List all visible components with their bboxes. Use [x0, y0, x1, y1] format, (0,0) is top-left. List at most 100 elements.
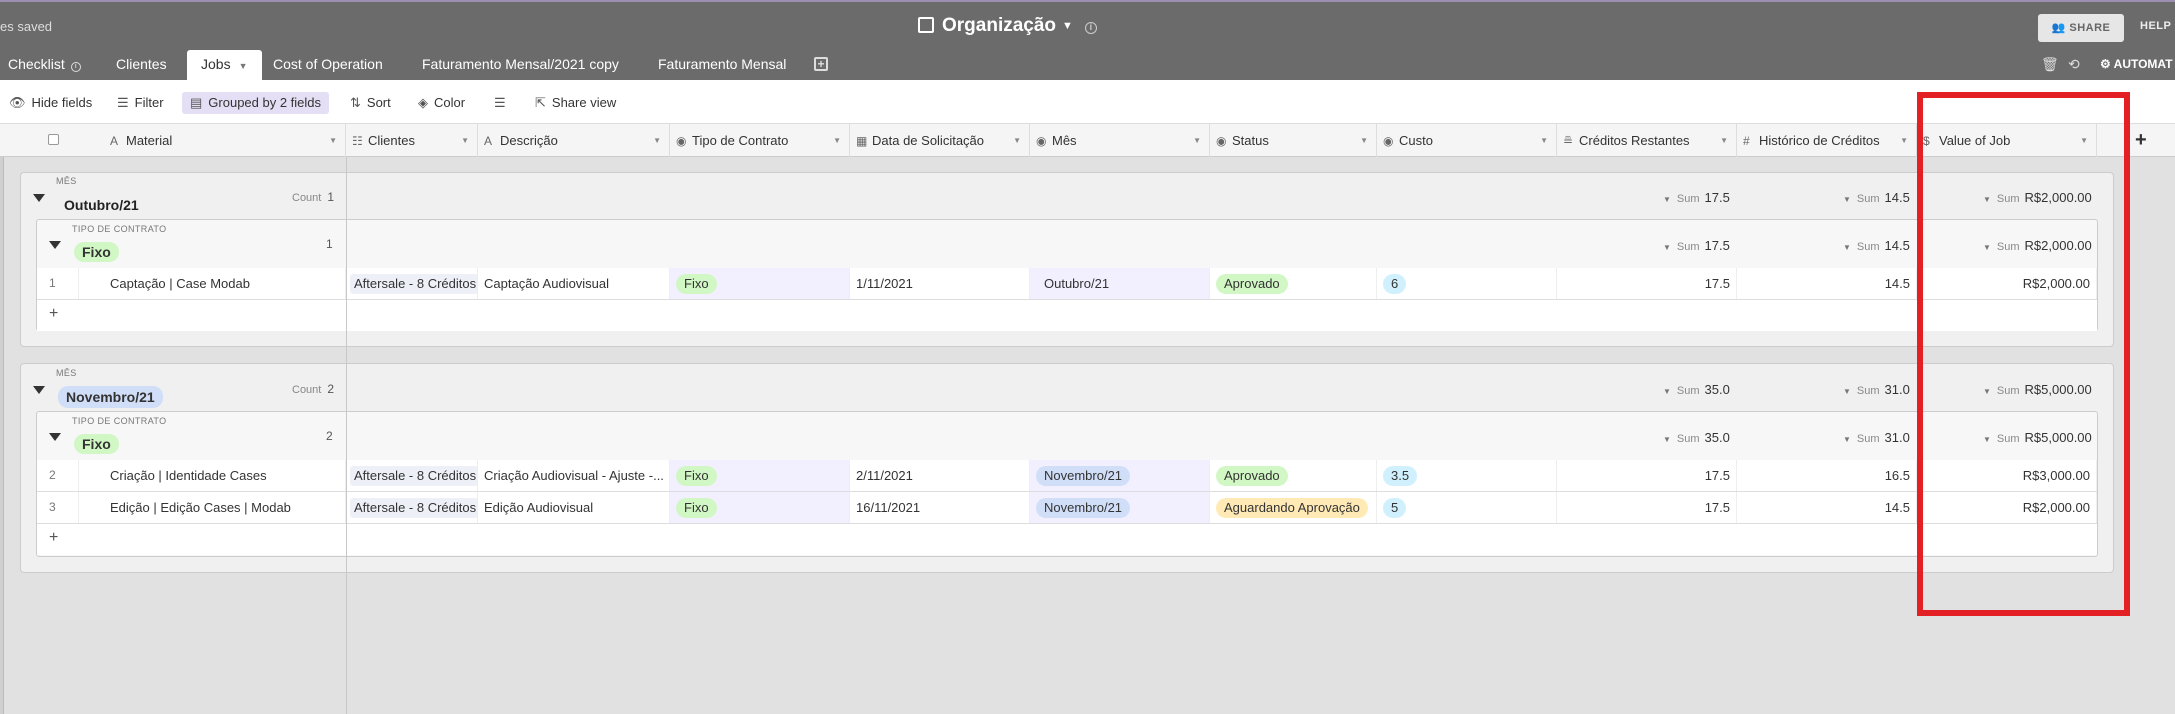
tab-faturamento-copy[interactable]: Faturamento Mensal/2021 copy — [422, 50, 619, 80]
chevron-down-icon[interactable]: ▼ — [1062, 20, 1073, 32]
group-sum-historico[interactable]: ▼ Sum 31.0 — [1843, 382, 1910, 397]
column-header-custo[interactable]: ◉ Custo ▼ — [1377, 124, 1557, 157]
cell-clientes[interactable]: Aftersale - 8 Créditos — [346, 492, 478, 523]
cell-status[interactable]: Aguardando Aprovação — [1210, 492, 1377, 523]
cell-historico-de-creditos[interactable]: 16.5 — [1737, 460, 1917, 491]
column-header-status[interactable]: ◉ Status ▼ — [1210, 124, 1377, 157]
cell-value-of-job[interactable]: R$2,000.00 — [1917, 492, 2097, 523]
column-header-data-de-solicitacao[interactable]: ▦ Data de Solicitação ▼ — [850, 124, 1030, 157]
chevron-down-icon[interactable]: ▼ — [833, 124, 841, 157]
cell-mes[interactable]: Novembro/21 — [1030, 492, 1210, 523]
group-sum-value[interactable]: ▼ Sum R$2,000.00 — [1983, 190, 2092, 205]
cell-tipo-de-contrato[interactable]: Fixo — [670, 492, 850, 523]
cell-material[interactable]: Edição | Edição Cases | Modab — [110, 492, 346, 523]
subgroup-sum-value[interactable]: ▼ Sum R$5,000.00 — [1983, 430, 2092, 445]
cell-historico-de-creditos[interactable]: 14.5 — [1737, 492, 1917, 523]
collapse-subgroup-icon[interactable] — [49, 241, 61, 249]
subgroup-sum-creditos[interactable]: ▼ Sum 35.0 — [1663, 430, 1730, 445]
cell-status[interactable]: Aprovado — [1210, 460, 1377, 491]
chevron-down-icon[interactable]: ▼ — [1360, 124, 1368, 157]
share-button[interactable]: 👥 SHARE — [2038, 14, 2124, 42]
cell-tipo-de-contrato[interactable]: Fixo — [670, 268, 850, 299]
sort-button[interactable]: ⇅ Sort — [350, 92, 391, 114]
tab-faturamento-mensal[interactable]: Faturamento Mensal — [658, 50, 786, 80]
subgroup-sum-historico[interactable]: ▼ Sum 14.5 — [1843, 238, 1910, 253]
cell-data-de-solicitacao[interactable]: 1/11/2021 — [850, 268, 1030, 299]
group-sum-value[interactable]: ▼ Sum R$5,000.00 — [1983, 382, 2092, 397]
tab-clientes[interactable]: Clientes — [116, 50, 167, 80]
chevron-down-icon[interactable]: ▼ — [653, 124, 661, 157]
subgroup-sum-historico[interactable]: ▼ Sum 31.0 — [1843, 430, 1910, 445]
column-header-mes[interactable]: ◉ Mês ▼ — [1030, 124, 1210, 157]
chevron-down-icon[interactable]: ▼ — [1013, 124, 1021, 157]
tab-jobs[interactable]: Jobs ▼ — [187, 50, 262, 80]
cell-value-of-job[interactable]: R$2,000.00 — [1917, 268, 2097, 299]
subgroup-sum-creditos[interactable]: ▼ Sum 17.5 — [1663, 238, 1730, 253]
cell-custo[interactable]: 3.5 — [1377, 460, 1557, 491]
filter-button[interactable]: ☰ Filter — [117, 92, 164, 114]
column-header-creditos-restantes[interactable]: ≞ Créditos Restantes ▼ — [1557, 124, 1737, 157]
collapse-group-icon[interactable] — [33, 386, 45, 394]
cell-status[interactable]: Aprovado — [1210, 268, 1377, 299]
column-header-material[interactable]: A Material ▼ — [104, 124, 346, 157]
cell-value-of-job[interactable]: R$3,000.00 — [1917, 460, 2097, 491]
chevron-down-icon[interactable]: ▼ — [329, 124, 337, 157]
cell-material[interactable]: Captação | Case Modab — [110, 268, 346, 299]
column-header-historico-de-creditos[interactable]: # Histórico de Créditos ▼ — [1737, 124, 1917, 157]
column-header-tipo-de-contrato[interactable]: ◉ Tipo de Contrato ▼ — [670, 124, 850, 157]
column-header-value-of-job[interactable]: $ Value of Job ▼ — [1917, 124, 2097, 157]
cell-tipo-de-contrato[interactable]: Fixo — [670, 460, 850, 491]
add-field-icon[interactable]: + — [2135, 129, 2147, 152]
cell-creditos-restantes[interactable]: 17.5 — [1557, 460, 1737, 491]
base-title[interactable]: Organização ▼ i — [918, 15, 1097, 37]
column-header-clientes[interactable]: ☷ Clientes ▼ — [346, 124, 478, 157]
row-number: 1 — [49, 268, 79, 299]
color-button[interactable]: ◈ Color — [418, 92, 465, 114]
chevron-down-icon[interactable]: ▼ — [1193, 124, 1201, 157]
chevron-down-icon[interactable]: ▼ — [1540, 124, 1548, 157]
cell-custo[interactable]: 6 — [1377, 268, 1557, 299]
subgroup-sum-value[interactable]: ▼ Sum R$2,000.00 — [1983, 238, 2092, 253]
hide-fields-button[interactable]: 👁 Hide fields — [9, 92, 92, 114]
tab-cost-of-operation[interactable]: Cost of Operation — [273, 50, 383, 80]
group-sum-creditos[interactable]: ▼ Sum 17.5 — [1663, 190, 1730, 205]
share-view-button[interactable]: ⇱ Share view — [535, 92, 616, 114]
cell-clientes[interactable]: Aftersale - 8 Créditos — [346, 460, 478, 491]
cell-custo[interactable]: 5 — [1377, 492, 1557, 523]
row-height-icon[interactable]: ☰ — [494, 92, 512, 114]
select-all-checkbox[interactable] — [48, 134, 59, 145]
cell-data-de-solicitacao[interactable]: 16/11/2021 — [850, 492, 1030, 523]
group-value-pill: Novembro/21 — [58, 386, 163, 408]
chevron-down-icon[interactable]: ▼ — [2080, 124, 2088, 157]
base-icon — [918, 17, 934, 33]
tab-checklist[interactable]: Checklist i — [8, 50, 81, 80]
cell-data-de-solicitacao[interactable]: 2/11/2021 — [850, 460, 1030, 491]
chevron-down-icon[interactable]: ▼ — [1900, 124, 1908, 157]
chevron-down-icon[interactable]: ▼ — [239, 61, 248, 71]
group-button[interactable]: ▤ Grouped by 2 fields — [182, 92, 330, 114]
collapse-group-icon[interactable] — [33, 194, 45, 202]
cell-mes[interactable]: Novembro/21 — [1030, 460, 1210, 491]
trash-icon[interactable]: 🗑 — [2041, 56, 2059, 73]
automation-icon: ⚙ — [2100, 57, 2111, 71]
history-icon[interactable]: ⟲ — [2068, 56, 2080, 73]
cell-material[interactable]: Criação | Identidade Cases — [110, 460, 346, 491]
cell-clientes[interactable]: Aftersale - 8 Créditos — [346, 268, 478, 299]
chevron-down-icon[interactable]: ▼ — [1720, 124, 1728, 157]
column-header-descricao[interactable]: A Descrição ▼ — [478, 124, 670, 157]
collapse-subgroup-icon[interactable] — [49, 433, 61, 441]
chevron-down-icon[interactable]: ▼ — [461, 124, 469, 157]
automations-button[interactable]: ⚙ AUTOMAT — [2100, 57, 2173, 71]
group-sum-creditos[interactable]: ▼ Sum 35.0 — [1663, 382, 1730, 397]
cell-descricao[interactable]: Criação Audiovisual - Ajuste -... — [478, 460, 670, 491]
cell-historico-de-creditos[interactable]: 14.5 — [1737, 268, 1917, 299]
help-button[interactable]: HELP — [2140, 20, 2171, 32]
info-icon[interactable]: i — [1084, 22, 1097, 34]
cell-creditos-restantes[interactable]: 17.5 — [1557, 492, 1737, 523]
cell-descricao[interactable]: Captação Audiovisual — [478, 268, 670, 299]
add-table-icon[interactable]: + — [814, 57, 828, 71]
group-sum-historico[interactable]: ▼ Sum 14.5 — [1843, 190, 1910, 205]
cell-creditos-restantes[interactable]: 17.5 — [1557, 268, 1737, 299]
cell-mes[interactable]: Outubro/21 — [1030, 268, 1210, 299]
cell-descricao[interactable]: Edição Audiovisual — [478, 492, 670, 523]
